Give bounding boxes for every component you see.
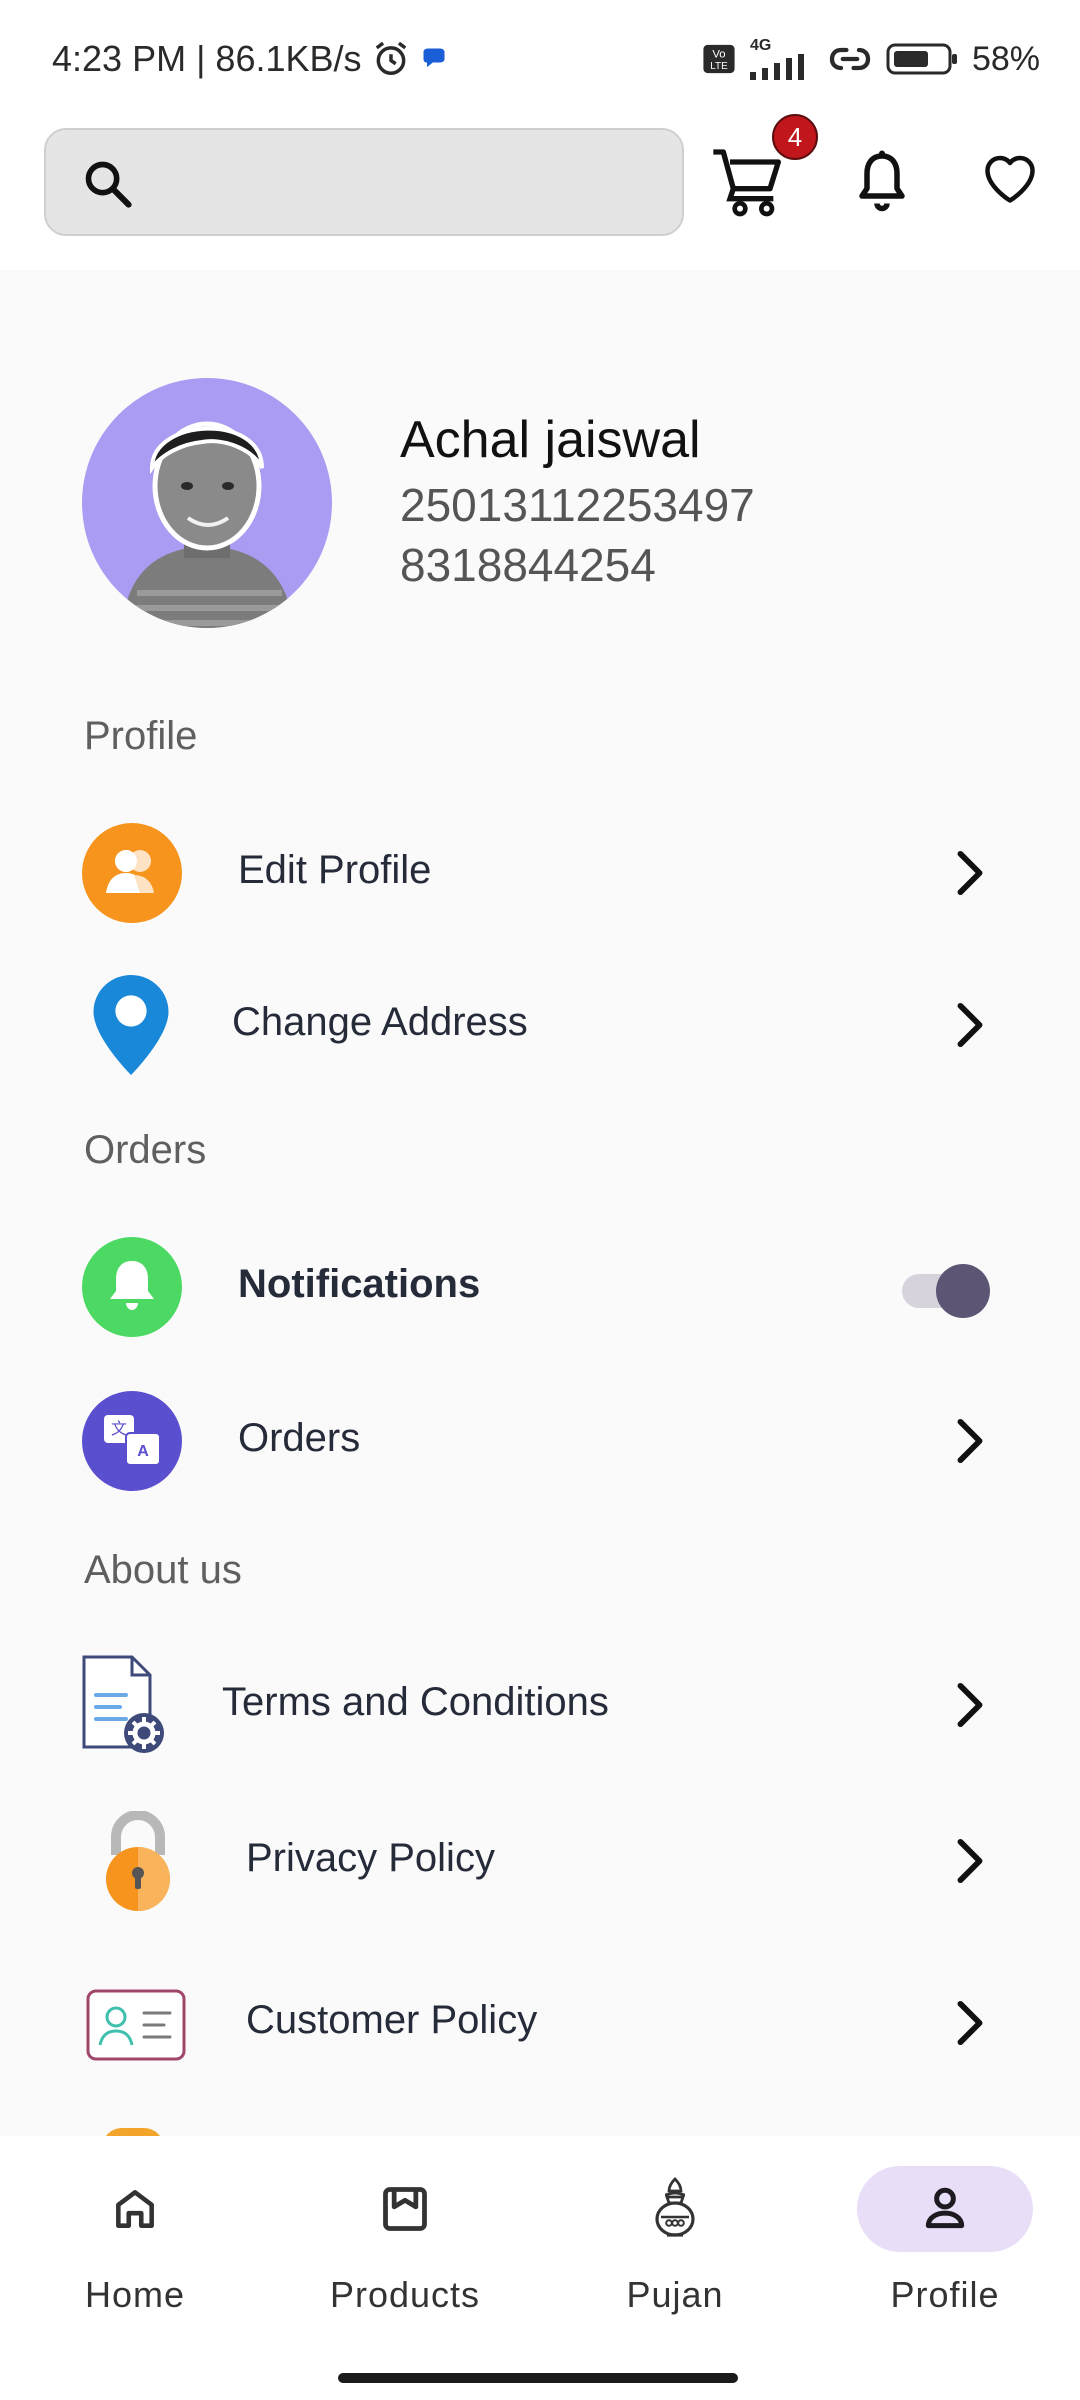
cart-icon[interactable] xyxy=(710,142,790,222)
home-icon xyxy=(116,2190,154,2228)
edit-profile-label: Edit Profile xyxy=(238,848,432,892)
profile-photo xyxy=(122,421,294,628)
profile-phone: 8318844254 xyxy=(400,539,656,591)
heart-icon[interactable] xyxy=(980,150,1040,206)
padlock-icon xyxy=(106,1811,170,1911)
nav-home-label: Home xyxy=(84,2274,186,2315)
bell-icon[interactable] xyxy=(852,148,912,214)
customer-policy-row[interactable]: Customer Policy xyxy=(0,1968,1080,2078)
terms-label: Terms and Conditions xyxy=(222,1680,609,1724)
gesture-bar xyxy=(338,2373,738,2383)
notification-bell-icon xyxy=(82,1237,182,1337)
chevron-right-icon xyxy=(957,2000,983,2046)
signal-icon xyxy=(749,54,804,80)
id-card-icon xyxy=(86,1989,186,2061)
privacy-label: Privacy Policy xyxy=(246,1836,495,1880)
section-about: About us xyxy=(84,1548,242,1592)
nav-pujan[interactable]: Pujan xyxy=(575,2166,775,2316)
avatar[interactable] xyxy=(82,378,332,628)
nav-home-pill xyxy=(47,2166,223,2252)
chevron-right-icon xyxy=(957,1838,983,1884)
section-orders: Orders xyxy=(84,1128,207,1172)
svg-text:文: 文 xyxy=(111,1419,127,1438)
network-type: 4G xyxy=(749,37,772,54)
kalash-icon xyxy=(655,2177,695,2237)
nav-profile-pill xyxy=(857,2166,1033,2252)
profile-name: Achal jaiswal xyxy=(400,411,701,469)
privacy-row[interactable]: Privacy Policy xyxy=(0,1806,1080,1916)
orders-row[interactable]: 文 A Orders xyxy=(0,1386,1080,1496)
person-icon xyxy=(925,2187,965,2229)
nav-pujan-label: Pujan xyxy=(626,2274,724,2315)
alarm-icon xyxy=(375,41,406,75)
search-icon xyxy=(85,161,132,208)
nav-products-pill xyxy=(317,2166,493,2252)
chevron-right-icon xyxy=(957,1418,983,1464)
volte-icon: VoLTE xyxy=(703,44,735,74)
orders-label: Orders xyxy=(238,1416,361,1460)
svg-text:Vo: Vo xyxy=(712,49,725,61)
status-time: 4:23 PM | 86.1KB/s xyxy=(52,38,362,79)
svg-text:A: A xyxy=(137,1443,149,1460)
bottom-navigation: Home Products Pujan Profile xyxy=(0,2136,1080,2400)
location-pin-icon xyxy=(93,975,169,1075)
profile-id: 25013112253497 xyxy=(400,479,755,531)
cart-badge: 4 xyxy=(772,114,818,160)
edit-profile-row[interactable]: Edit Profile xyxy=(0,818,1080,928)
chevron-right-icon xyxy=(957,1682,983,1728)
svg-text:LTE: LTE xyxy=(710,61,728,72)
battery-icon xyxy=(886,43,957,75)
products-icon xyxy=(383,2187,427,2231)
change-address-label: Change Address xyxy=(232,1000,528,1044)
nav-home[interactable]: Home xyxy=(35,2166,235,2316)
orders-translate-icon: 文 A xyxy=(82,1391,182,1491)
status-right: Vo LTE 4G 58% xyxy=(702,38,1040,80)
nav-pujan-pill xyxy=(587,2166,763,2252)
message-icon xyxy=(423,48,445,68)
nav-profile[interactable]: Profile xyxy=(845,2166,1045,2316)
document-settings-icon xyxy=(82,1655,164,1753)
change-address-row[interactable]: Change Address xyxy=(0,970,1080,1080)
status-bar: 4:23 PM | 86.1KB/s Vo LTE 4G 58% xyxy=(0,0,1080,120)
chevron-right-icon xyxy=(957,1002,983,1048)
link-icon xyxy=(829,47,871,71)
notifications-toggle-thumb[interactable] xyxy=(936,1264,990,1318)
chevron-right-icon xyxy=(957,850,983,896)
customer-policy-label: Customer Policy xyxy=(246,1998,538,2042)
terms-row[interactable]: Terms and Conditions xyxy=(0,1650,1080,1760)
nav-profile-label: Profile xyxy=(890,2274,1000,2315)
nav-products[interactable]: Products xyxy=(305,2166,505,2316)
nav-products-label: Products xyxy=(329,2274,481,2315)
status-left: 4:23 PM | 86.1KB/s xyxy=(52,38,448,80)
notifications-row: Notifications xyxy=(0,1232,1080,1342)
battery-percent: 58% xyxy=(971,39,1040,78)
notifications-label: Notifications xyxy=(238,1262,481,1306)
search-input[interactable] xyxy=(44,128,684,236)
top-bar xyxy=(0,120,1080,270)
section-profile: Profile xyxy=(84,714,198,758)
edit-profile-icon xyxy=(82,823,182,923)
